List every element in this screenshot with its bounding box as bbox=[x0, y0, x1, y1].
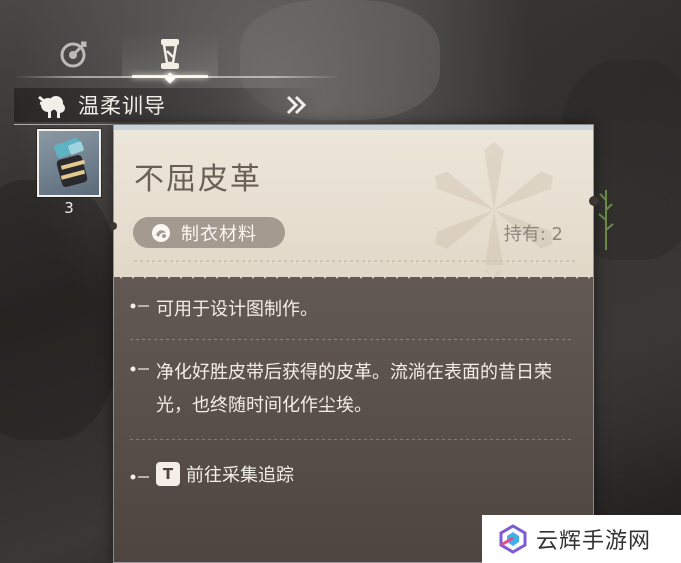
leather-item-icon bbox=[54, 137, 88, 187]
bullet-icon bbox=[130, 366, 149, 372]
category-bar[interactable]: 温柔训导 bbox=[14, 88, 324, 125]
tab-selected-indicator bbox=[164, 72, 176, 84]
item-count: 3 bbox=[64, 199, 74, 217]
tab-divider bbox=[14, 76, 340, 78]
watermark-text: 云辉手游网 bbox=[536, 529, 652, 554]
tab-items[interactable] bbox=[122, 30, 218, 84]
separator bbox=[130, 339, 574, 340]
sheep-icon bbox=[38, 95, 65, 118]
item-type-label: 制衣材料 bbox=[181, 223, 257, 245]
item-type-badge: 制衣材料 bbox=[133, 217, 285, 248]
item-usage-text: 可用于设计图制作。 bbox=[156, 299, 318, 320]
item-lore-text: 净化好胜皮带后获得的皮革。流淌在表面的昔日荣光，也终随时间化作尘埃。 bbox=[156, 362, 552, 416]
item-detail-panel: 不屈皮革 制衣材料 持有: 2 可用于设计图制作。 净化好胜皮带后获得的皮革。流… bbox=[113, 124, 594, 563]
scroll-item-icon bbox=[161, 39, 179, 69]
bullet-icon bbox=[130, 303, 149, 309]
quest-target-icon bbox=[60, 41, 87, 68]
separator bbox=[130, 439, 574, 440]
moss-decoration bbox=[598, 190, 614, 250]
owned-count: 持有: 2 bbox=[503, 224, 563, 245]
top-tab-bar bbox=[14, 30, 340, 84]
gather-track-button[interactable]: T 前往采集追踪 bbox=[156, 461, 294, 487]
site-watermark: 云辉手游网 bbox=[482, 515, 681, 563]
panel-pin bbox=[109, 222, 117, 230]
gather-track-label: 前往采集追踪 bbox=[186, 465, 294, 486]
item-slot[interactable] bbox=[37, 129, 101, 197]
watermark-logo-icon bbox=[499, 524, 527, 554]
double-chevron-right-icon[interactable] bbox=[284, 92, 310, 118]
header-zigzag-edge bbox=[114, 265, 593, 279]
hotkey-badge: T bbox=[156, 462, 180, 486]
flower-watermark-icon bbox=[435, 142, 553, 278]
panel-header: 不屈皮革 制衣材料 持有: 2 bbox=[114, 125, 593, 278]
material-icon bbox=[152, 223, 170, 242]
item-name: 不屈皮革 bbox=[134, 162, 262, 197]
header-dotted-line bbox=[134, 260, 576, 262]
panel-pin bbox=[589, 196, 599, 206]
category-label: 温柔训导 bbox=[78, 94, 166, 118]
tab-quest[interactable] bbox=[26, 30, 122, 78]
background-rock bbox=[0, 180, 120, 440]
bullet-icon bbox=[130, 474, 149, 480]
